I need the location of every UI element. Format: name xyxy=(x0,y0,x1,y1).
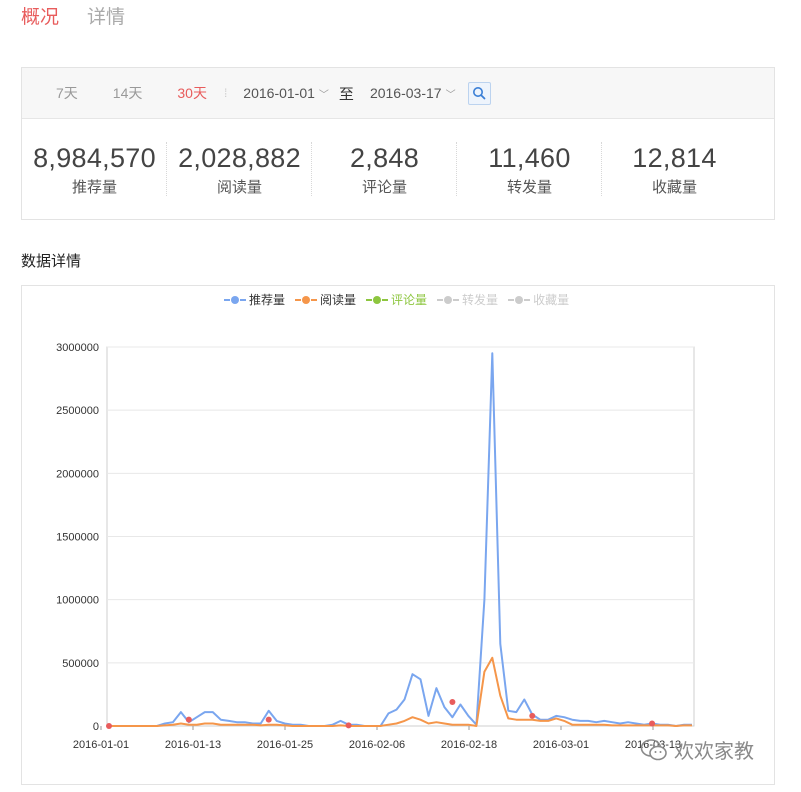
start-date-value: 2016-01-01 xyxy=(243,85,315,101)
search-icon xyxy=(473,87,486,100)
wechat-logo-icon xyxy=(640,738,667,760)
metric-label: 评论量 xyxy=(361,178,407,196)
y-tick-label: 1500000 xyxy=(56,532,99,544)
metric-value: 2,848 xyxy=(349,142,420,173)
data-point-marker xyxy=(529,712,536,719)
x-tick-label: 2016-02-06 xyxy=(349,739,405,751)
search-button[interactable] xyxy=(467,81,491,105)
metric-value: 2,028,882 xyxy=(178,142,301,173)
metric-comment: 2,848 评论量 xyxy=(312,141,457,197)
y-tick-label: 3000000 xyxy=(56,342,99,354)
range-30-days-button[interactable]: 30天 xyxy=(177,83,207,103)
x-tick-label: 2016-01-01 xyxy=(73,739,129,751)
chevron-down-icon: ﹀ xyxy=(445,89,456,101)
watermark: 欢欢家教 xyxy=(640,735,754,764)
line-chart: 0 500000 1000000 1500000 2000000 2500000 30000… xyxy=(56,342,695,751)
range-14-days-button[interactable]: 14天 xyxy=(113,83,143,103)
y-tick-label: 2500000 xyxy=(56,405,99,417)
metric-read: 2,028,882 阅读量 xyxy=(167,141,312,197)
metric-value: 8,984,570 xyxy=(33,142,156,173)
series-line-1 xyxy=(109,656,692,727)
x-tick-label: 2016-02-18 xyxy=(441,739,497,751)
y-tick-label: 1000000 xyxy=(56,595,99,607)
end-date-select[interactable]: 2016-03-17 ﹀ xyxy=(370,85,456,101)
range-7-days-button[interactable]: 7天 xyxy=(56,83,78,103)
data-point-marker xyxy=(265,716,272,723)
metric-value: 11,460 xyxy=(488,142,571,173)
metric-favorite: 12,814 收藏量 xyxy=(602,142,747,197)
metric-label: 收藏量 xyxy=(651,178,697,196)
metric-label: 推荐量 xyxy=(71,178,117,196)
metric-share: 11,460 转发量 xyxy=(457,141,602,197)
metrics-row: 8,984,570 推荐量 2,028,882 阅读量 2,848 评论量 11… xyxy=(22,119,774,219)
tab-details[interactable]: 详情 xyxy=(87,2,125,29)
data-point-marker xyxy=(106,723,112,729)
date-filter-bar: 7天 14天 30天 ⁞ 2016-01-01 ﹀ 至 2016-03-17 ﹀ xyxy=(22,68,774,119)
view-tabs: 概况 详情 xyxy=(21,2,125,29)
data-point-marker xyxy=(449,698,456,705)
filter-divider: ⁞ xyxy=(223,86,228,100)
x-tick-label: 2016-01-25 xyxy=(257,739,313,751)
tab-overview[interactable]: 概况 xyxy=(21,2,59,29)
summary-panel: 7天 14天 30天 ⁞ 2016-01-01 ﹀ 至 2016-03-17 ﹀… xyxy=(21,67,775,220)
start-date-select[interactable]: 2016-01-01 ﹀ xyxy=(243,85,329,101)
y-tick-label: 2000000 xyxy=(56,468,99,480)
series-line-0 xyxy=(109,352,692,727)
end-date-value: 2016-03-17 xyxy=(369,85,442,101)
watermark-text: 欢欢家教 xyxy=(674,741,754,763)
y-tick-label: 0 xyxy=(93,721,99,733)
metric-label: 阅读量 xyxy=(216,178,262,196)
data-point-marker xyxy=(345,722,352,729)
chart-panel: 推荐量 阅读量 评论量 转发量 收藏量 0 500000 1000000 150000… xyxy=(21,285,775,785)
x-tick-label: 2016-03-01 xyxy=(533,739,589,751)
date-range-to-label: 至 xyxy=(338,85,354,103)
metric-recommend: 8,984,570 推荐量 xyxy=(22,141,167,197)
section-title: 数据详情 xyxy=(21,253,82,270)
data-point-marker xyxy=(649,720,656,727)
chevron-down-icon: ﹀ xyxy=(318,89,329,101)
metric-label: 转发量 xyxy=(506,178,552,196)
data-point-marker xyxy=(185,716,192,723)
y-tick-label: 500000 xyxy=(62,658,99,670)
x-tick-label: 2016-01-13 xyxy=(165,739,221,751)
metric-value: 12,814 xyxy=(632,142,717,173)
